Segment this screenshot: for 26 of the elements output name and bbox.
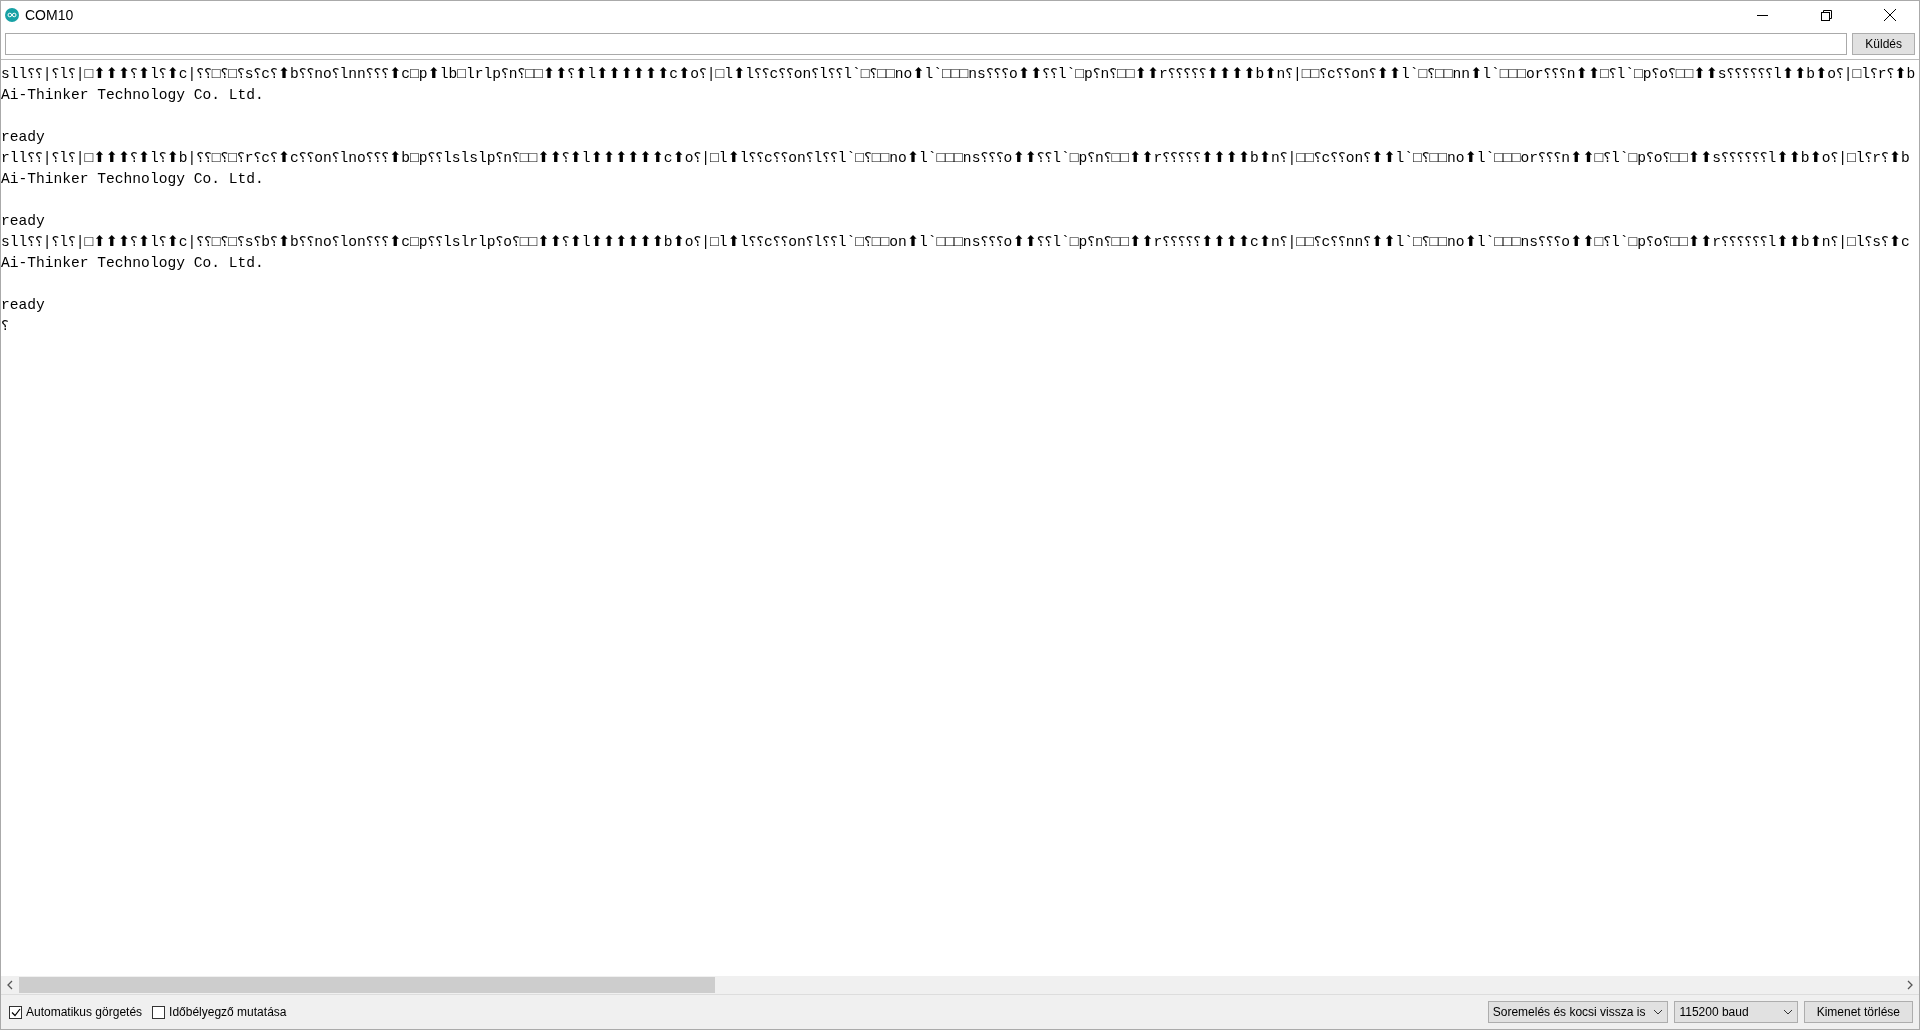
checkbox-label[interactable]: Időbélyegző mutatása bbox=[169, 1005, 287, 1019]
line-ending-dropdown[interactable]: Soremelés és kocsi vissza is bbox=[1487, 1001, 1669, 1023]
output-line: sll⸮⸮|⸮l⸮|□⬆⬆⬆⸮⬆l⸮⬆c|⸮⸮□⸮□⸮s⸮c⸮⬆b⸮⸮no⸮lnn⸮⸮⸮⬆c□p⬆lb□lrlp⸮n⸮□□⬆⬆⸮⬆l⬆⬆⬆⬆⬆⬆c⬆o⸮|□l⬆l⸮⸮c⸮⸮on⸮l⸮⸮l`□⸮□□no⬆l`□□□ns⸮⸮⸮o⬆⬆⸮⸮l`□p⸮n⸮□□⬆⬆r⸮⸮⸮⸮⸮⬆⬆⬆⬆b⬆n⸮|□□⸮c⸮⸮on⸮⬆⬆l`□⸮□□nn⬆l`□□□or⸮⸮⸮n⬆⬆□⸮l`□p⸮o⸮□□⬆⬆s⸮⸮⸮⸮⸮⸮l⬆⬆b⬆o⸮|□l⸮r⸮⬆b bbox=[1, 65, 1917, 84]
restore-icon bbox=[1820, 9, 1832, 21]
output-line: ready bbox=[1, 212, 46, 231]
chevron-down-icon bbox=[1782, 1009, 1793, 1015]
checkbox[interactable] bbox=[9, 1005, 22, 1019]
output-line: rll⸮⸮|⸮l⸮|□⬆⬆⬆⸮⬆l⸮⬆b|⸮⸮□⸮□⸮r⸮c⸮⬆c⸮⸮on⸮lno⸮⸮⸮⬆b□p⸮⸮lslslp⸮n⸮□□⬆⬆⸮⬆l⬆⬆⬆⬆⬆⬆c⬆o⸮|□l⬆l⸮⸮c⸮⸮on⸮l⸮⸮l`□⸮□□no⬆l`□□□ns⸮⸮⸮o⬆⬆⸮⸮l`□p⸮n⸮□□⬆⬆r⸮⸮⸮⸮⸮⬆⬆⬆⬆b⬆n⸮|□□⸮c⸮⸮on⸮⬆⬆l`□⸮□□no⬆l`□□□or⸮⸮⸮n⬆⬆□⸮l`□p⸮o⸮□□⬆⬆s⸮⸮⸮⸮⸮⸮l⬆⬆b⬆o⸮|□l⸮r⸮⬆b bbox=[1, 149, 1911, 168]
output-line: ready bbox=[1, 296, 46, 315]
chevron-down-icon bbox=[1653, 1009, 1664, 1015]
send-input-field[interactable] bbox=[5, 33, 1848, 55]
checkbox[interactable] bbox=[152, 1005, 166, 1019]
output-line: Ai-Thinker Technology Co. Ltd. bbox=[1, 170, 265, 189]
send-button[interactable]: Küldés bbox=[1852, 33, 1915, 55]
clear-output-button[interactable]: Kimenet törlése bbox=[1803, 1001, 1913, 1023]
close-icon bbox=[1884, 9, 1896, 21]
output-line: Ai-Thinker Technology Co. Ltd. bbox=[1, 254, 265, 273]
output-line: Ai-Thinker Technology Co. Ltd. bbox=[1, 86, 265, 105]
app-logo-icon bbox=[5, 8, 19, 22]
window-title: COM10 bbox=[25, 7, 75, 23]
scrollbar-thumb[interactable] bbox=[19, 977, 716, 993]
output-line: sll⸮⸮|⸮l⸮|□⬆⬆⬆⸮⬆l⸮⬆c|⸮⸮□⸮□⸮s⸮b⸮⬆b⸮⸮no⸮lon⸮⸮⸮⬆c□p⸮⸮lslrlp⸮o⸮□□⬆⬆⸮⬆l⬆⬆⬆⬆⬆⬆b⬆o⸮|□l⬆l⸮⸮c⸮⸮on⸮l⸮⸮l`□⸮□□on⬆l`□□□ns⸮⸮⸮o⬆⬆⸮⸮l`□p⸮n⸮□□⬆⬆r⸮⸮⸮⸮⸮⬆⬆⬆⬆c⬆n⸮|□□⸮c⸮⸮nn⸮⬆⬆l`□⸮□□no⬆l`□□□ns⸮⸮⸮o⬆⬆□⸮l`□p⸮o⸮□□⬆⬆r⸮⸮⸮⸮⸮⸮l⬆⬆b⬆n⸮|□l⸮s⸮⬆c bbox=[1, 233, 1911, 252]
output-line: ready bbox=[1, 128, 46, 147]
checkbox-label[interactable]: Automatikus görgetés bbox=[26, 1005, 143, 1019]
output-line: ⸮ bbox=[1, 317, 10, 336]
baud-rate-dropdown[interactable]: 115200 baud bbox=[1674, 1001, 1798, 1023]
